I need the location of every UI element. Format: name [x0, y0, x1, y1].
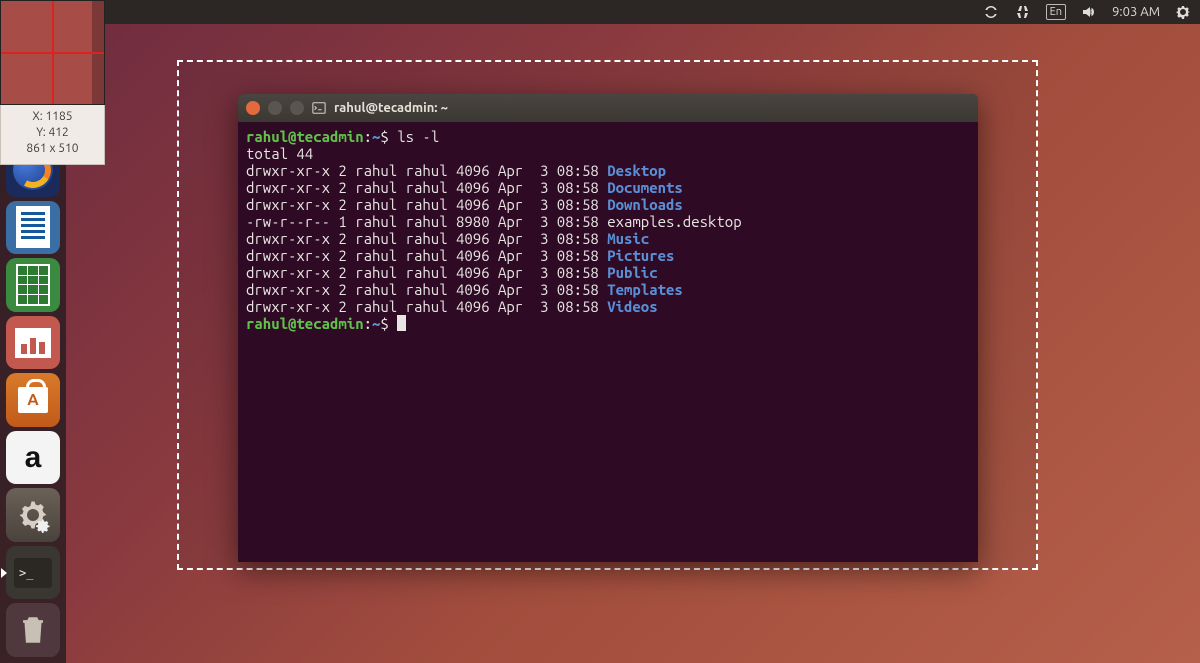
clock[interactable]: 9:03 AM [1112, 5, 1160, 19]
magnifier-preview [0, 0, 105, 105]
launcher-calc-icon[interactable] [6, 258, 60, 312]
launcher-trash-icon[interactable] [6, 603, 60, 657]
magnifier-info: X: 1185 Y: 412 861 x 510 [0, 105, 105, 165]
keyboard-layout-indicator[interactable]: En [1046, 4, 1066, 20]
launcher-writer-icon[interactable] [6, 201, 60, 255]
terminal-titlebar-icon [312, 101, 326, 115]
magnifier-size: 861 x 510 [3, 141, 102, 157]
magnifier-coord-y: Y: 412 [3, 125, 102, 141]
launcher-software-icon[interactable]: A [6, 373, 60, 427]
terminal-title: rahul@tecadmin: ~ [334, 101, 448, 115]
terminal-titlebar[interactable]: rahul@tecadmin: ~ [238, 94, 978, 122]
sound-indicator-icon[interactable] [1080, 3, 1098, 21]
screenshot-magnifier: X: 1185 Y: 412 861 x 510 [0, 0, 105, 165]
launcher-settings-icon[interactable] [6, 488, 60, 542]
sync-indicator-icon[interactable] [982, 3, 1000, 21]
top-panel: En 9:03 AM [0, 0, 1200, 24]
magnifier-coord-x: X: 1185 [3, 109, 102, 125]
network-indicator-icon[interactable] [1014, 3, 1032, 21]
launcher-amazon-icon[interactable]: a [6, 431, 60, 485]
launcher-terminal-icon[interactable]: >_ [6, 546, 60, 600]
desktop-area[interactable]: rahul@tecadmin: ~ rahul@tecadmin:~$ ls -… [66, 24, 1200, 663]
system-menu-icon[interactable] [1174, 3, 1192, 21]
terminal-body[interactable]: rahul@tecadmin:~$ ls -l total 44 drwxr-x… [238, 122, 978, 562]
terminal-window: rahul@tecadmin: ~ rahul@tecadmin:~$ ls -… [238, 94, 978, 562]
maximize-button[interactable] [290, 101, 304, 115]
launcher-impress-icon[interactable] [6, 316, 60, 370]
close-button[interactable] [246, 101, 260, 115]
minimize-button[interactable] [268, 101, 282, 115]
